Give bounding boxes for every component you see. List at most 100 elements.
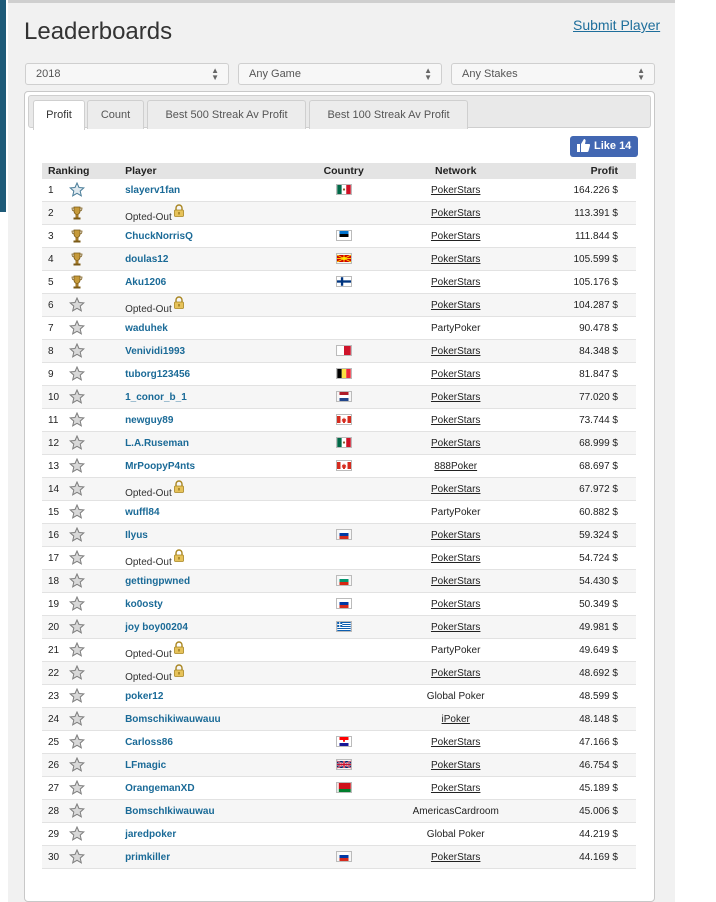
player-link[interactable]: slayerv1fan	[125, 185, 180, 196]
player-link[interactable]: Bomschikiwauwauu	[125, 714, 221, 725]
network-label: PartyPoker	[430, 644, 481, 656]
star-grey-icon	[69, 826, 86, 841]
network-link[interactable]: 888Poker	[434, 461, 477, 472]
rank-cell: 4	[42, 247, 70, 271]
like-label: Like 14	[594, 140, 632, 152]
network-cell: Global Poker	[370, 684, 542, 708]
flag-russia-icon	[335, 851, 352, 863]
player-link[interactable]: MrPoopyP4nts	[125, 461, 195, 472]
network-link[interactable]: PokerStars	[431, 346, 480, 357]
player-link[interactable]: Ilyus	[125, 530, 148, 541]
network-cell: PokerStars	[370, 408, 542, 432]
player-link[interactable]: wuffl84	[125, 507, 159, 518]
network-cell: PartyPoker	[370, 500, 542, 524]
rank-badge-cell	[69, 592, 126, 616]
player-cell: MrPoopyP4nts	[125, 454, 318, 478]
network-label: PartyPoker	[430, 506, 481, 518]
game-select[interactable]: Any Game ▲ ▼	[238, 63, 442, 85]
network-link[interactable]: PokerStars	[431, 185, 480, 196]
network-link[interactable]: PokerStars	[431, 415, 480, 426]
table-row: 26 LFmagic PokerStars 46.754 $	[42, 753, 636, 777]
player-link[interactable]: tuborg123456	[125, 369, 190, 380]
submit-player-link[interactable]: Submit Player	[573, 17, 660, 33]
table-row: 23 poker12 Global Poker 48.599 $	[42, 684, 636, 708]
tab-count[interactable]: Count	[87, 100, 144, 129]
leaderboard-box: Profit Count Best 500 Streak Av Profit B…	[24, 91, 655, 902]
player-link[interactable]: newguy89	[125, 415, 173, 426]
player-link[interactable]: L.A.Ruseman	[125, 438, 189, 449]
network-cell: PokerStars	[370, 385, 542, 409]
country-cell	[317, 730, 371, 754]
player-link[interactable]: joy boy00204	[125, 622, 188, 633]
network-link[interactable]: PokerStars	[431, 277, 480, 288]
network-cell: PokerStars	[370, 224, 542, 248]
player-link[interactable]: ko0osty	[125, 599, 163, 610]
player-link[interactable]: primkiller	[125, 852, 170, 863]
player-link[interactable]: ChuckNorrisQ	[125, 231, 193, 242]
network-link[interactable]: PokerStars	[431, 530, 480, 541]
flag-bulgaria-icon	[335, 575, 352, 587]
network-link[interactable]: PokerStars	[431, 852, 480, 863]
player-link[interactable]: poker12	[125, 691, 163, 702]
rank-badge-cell	[69, 339, 126, 363]
stakes-select[interactable]: Any Stakes ▲ ▼	[451, 63, 655, 85]
rank-cell: 21	[42, 638, 70, 662]
network-link[interactable]: PokerStars	[431, 599, 480, 610]
player-link[interactable]: LFmagic	[125, 760, 166, 771]
network-link[interactable]: PokerStars	[431, 783, 480, 794]
network-link[interactable]: PokerStars	[431, 438, 480, 449]
player-link[interactable]: 1_conor_b_1	[125, 392, 187, 403]
table-row: 14 Opted-Out PokerStars 67.972 $	[42, 477, 636, 501]
lock-icon	[173, 295, 184, 309]
network-link[interactable]: PokerStars	[431, 553, 480, 564]
network-link[interactable]: PokerStars	[431, 231, 480, 242]
opted-out-label: Opted-Out	[125, 487, 172, 499]
player-link[interactable]: gettingpwned	[125, 576, 190, 587]
network-link[interactable]: iPoker	[442, 714, 470, 725]
select-arrows-icon: ▲ ▼	[424, 66, 432, 82]
rank-cell: 2	[42, 201, 70, 225]
facebook-like-button[interactable]: Like 14	[570, 136, 638, 157]
table-row: 9 tuborg123456 PokerStars 81.847 $	[42, 362, 636, 386]
country-cell	[317, 638, 371, 662]
network-link[interactable]: PokerStars	[431, 254, 480, 265]
year-select[interactable]: 2018 ▲ ▼	[25, 63, 229, 85]
star-grey-icon	[69, 573, 86, 588]
player-link[interactable]: doulas12	[125, 254, 168, 265]
profit-cell: 111.844 $	[541, 224, 636, 248]
network-cell: PokerStars	[370, 431, 542, 455]
player-link[interactable]: waduhek	[125, 323, 168, 334]
player-link[interactable]: Venividi1993	[125, 346, 185, 357]
rank-badge-cell	[69, 408, 126, 432]
trophy-gold-icon	[69, 229, 85, 243]
player-link[interactable]: Carloss86	[125, 737, 173, 748]
network-link[interactable]: PokerStars	[431, 484, 480, 495]
rank-badge-cell	[69, 201, 126, 225]
profit-cell: 45.189 $	[541, 776, 636, 800]
tab-best-100-streak[interactable]: Best 100 Streak Av Profit	[309, 100, 468, 129]
network-link[interactable]: PokerStars	[431, 668, 480, 679]
country-cell	[317, 201, 371, 225]
network-link[interactable]: PokerStars	[431, 622, 480, 633]
network-link[interactable]: PokerStars	[431, 208, 480, 219]
network-link[interactable]: PokerStars	[431, 300, 480, 311]
rank-badge-cell	[69, 477, 126, 501]
rank-badge-cell	[69, 546, 126, 570]
network-link[interactable]: PokerStars	[431, 369, 480, 380]
tab-best-500-streak[interactable]: Best 500 Streak Av Profit	[147, 100, 306, 129]
player-link[interactable]: jaredpoker	[125, 829, 176, 840]
player-link[interactable]: Aku1206	[125, 277, 166, 288]
network-link[interactable]: PokerStars	[431, 392, 480, 403]
table-row: 11 newguy89 PokerStars 73.744 $	[42, 408, 636, 432]
network-link[interactable]: PokerStars	[431, 737, 480, 748]
tab-profit[interactable]: Profit	[33, 100, 85, 130]
player-link[interactable]: OrangemanXD	[125, 783, 194, 794]
rank-badge-cell	[69, 776, 126, 800]
network-link[interactable]: PokerStars	[431, 576, 480, 587]
player-link[interactable]: BomschIkiwauwau	[125, 806, 214, 817]
network-link[interactable]: PokerStars	[431, 760, 480, 771]
network-label: Global Poker	[426, 828, 485, 840]
player-cell: Opted-Out	[125, 546, 318, 570]
table-row: 8 Venividi1993 PokerStars 84.348 $	[42, 339, 636, 363]
network-cell: PokerStars	[370, 753, 542, 777]
